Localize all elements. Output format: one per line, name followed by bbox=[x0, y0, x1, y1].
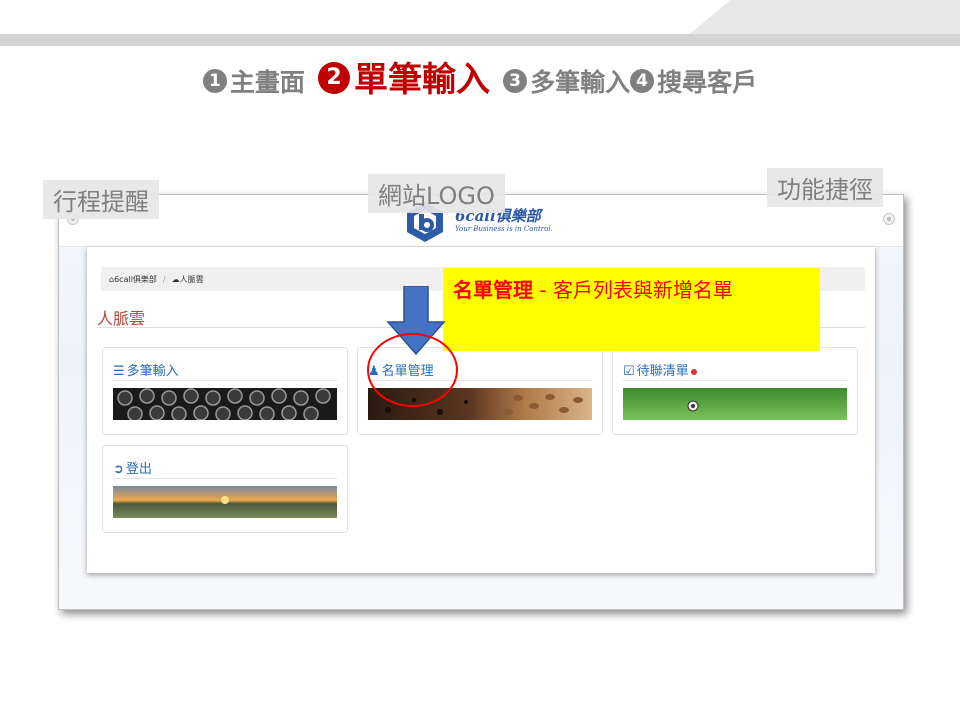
step-4: 4 搜尋客戶 bbox=[630, 63, 757, 99]
annotation-bold: 名單管理 bbox=[453, 278, 533, 302]
sunset-field-image[interactable] bbox=[113, 486, 337, 518]
step-3-label: 多筆輸入 bbox=[530, 68, 631, 97]
page-title: 人脈雲 bbox=[97, 309, 146, 328]
card-divider bbox=[113, 380, 337, 381]
notification-dot bbox=[690, 368, 697, 375]
breadcrumb-current: 人脈雲 bbox=[179, 275, 204, 284]
step-2-label: 單筆輸入 bbox=[353, 60, 490, 100]
share-out-icon: ➲ bbox=[113, 462, 124, 477]
step-2-number: 2 bbox=[317, 61, 350, 94]
annotation-text: 客戶列表與新增名單 bbox=[552, 278, 733, 302]
calendar-check-icon: ☑ bbox=[623, 364, 635, 379]
card-batch-input-label[interactable]: 多筆輸入 bbox=[127, 364, 179, 379]
annotation-note: 名單管理 - 客戶列表與新增名單 bbox=[443, 268, 820, 351]
shortcut-toggle-button[interactable] bbox=[883, 213, 895, 225]
annotation-dash: - bbox=[533, 278, 553, 302]
card-follow-up-list[interactable]: ☑ 待聯清單 bbox=[612, 347, 858, 435]
card-logout-label[interactable]: 登出 bbox=[126, 462, 152, 477]
card-batch-input[interactable]: ☰ 多筆輸入 bbox=[102, 347, 348, 435]
typewriter-keys-image[interactable] bbox=[113, 388, 337, 420]
card-follow-up-list-label[interactable]: 待聯清單 bbox=[637, 364, 689, 379]
shortcut-label: 功能捷徑 bbox=[767, 168, 883, 207]
breadcrumb-home[interactable]: 6call俱樂部 bbox=[114, 275, 157, 284]
cloud-icon: ☁ bbox=[171, 275, 180, 284]
step-1-number: 1 bbox=[202, 69, 227, 93]
step-1: 1 主畫面 bbox=[202, 63, 305, 99]
step-title: 1 主畫面 2 單筆輸入 3 多筆輸入 4 搜尋客戶 bbox=[0, 52, 960, 101]
card-logout[interactable]: ➲ 登出 bbox=[102, 445, 348, 533]
reminder-label: 行程提醒 bbox=[43, 180, 159, 219]
card-divider bbox=[113, 478, 337, 479]
top-decorative-band bbox=[0, 0, 960, 46]
site-logo-tagline: Your Business is in Control. bbox=[455, 225, 553, 233]
list-icon: ☰ bbox=[113, 364, 125, 379]
app-screenshot: 6call俱樂部 Your Business is in Control. ⌂6… bbox=[58, 194, 904, 610]
highlight-circle bbox=[367, 333, 458, 407]
step-3-number: 3 bbox=[503, 69, 528, 93]
step-4-number: 4 bbox=[630, 69, 655, 93]
breadcrumb-separator: / bbox=[162, 275, 166, 284]
step-2: 2 單筆輸入 bbox=[317, 52, 490, 101]
step-1-label: 主畫面 bbox=[229, 68, 305, 97]
step-3: 3 多筆輸入 bbox=[503, 63, 630, 99]
grass-ball-image[interactable] bbox=[623, 388, 847, 420]
site-logo-label: 網站LOGO bbox=[368, 174, 505, 213]
card-divider bbox=[623, 380, 847, 381]
step-4-label: 搜尋客戶 bbox=[657, 68, 758, 97]
